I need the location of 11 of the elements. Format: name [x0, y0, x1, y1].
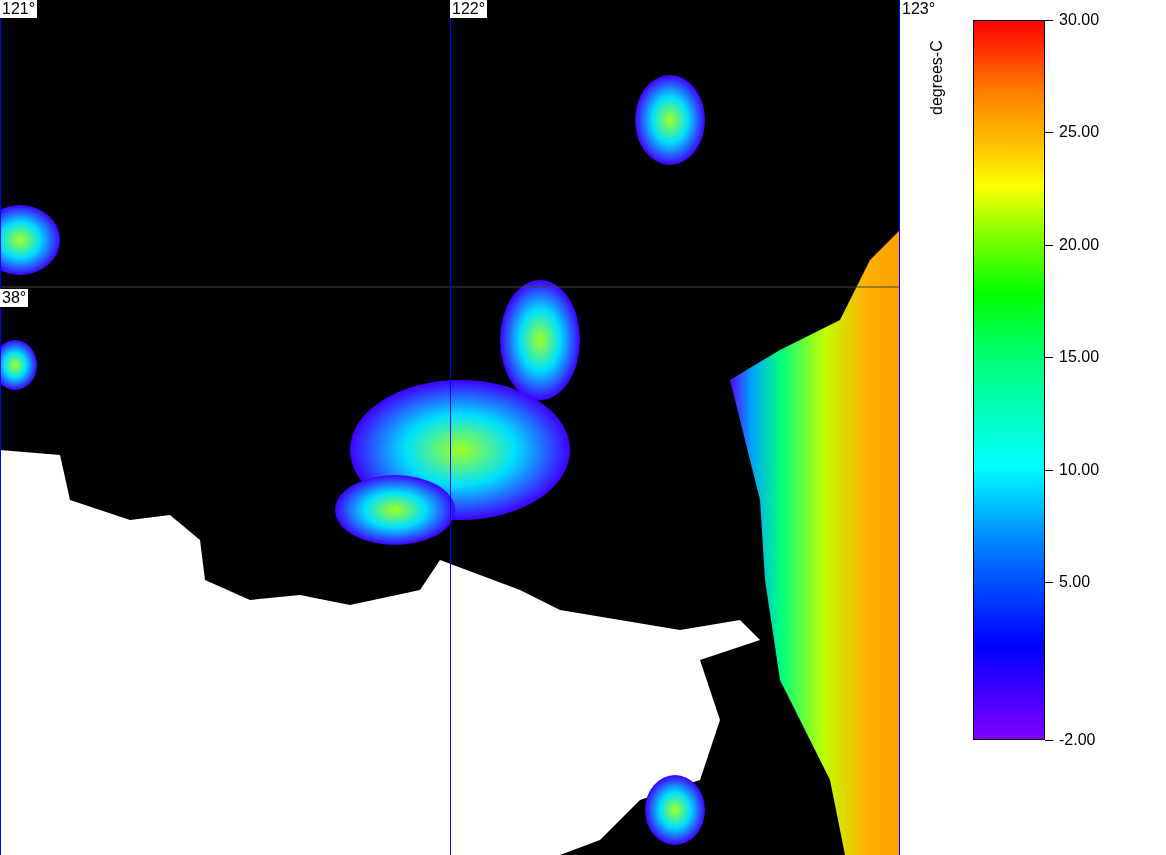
longitude-label: 121° — [0, 0, 38, 18]
colorbar-tick-label: 20.00 — [1045, 235, 1100, 254]
colorbar-tick-label: 30.00 — [1045, 11, 1100, 29]
colorbar-unit-label: degrees-C — [928, 40, 946, 115]
colorbar-tick-label: 25.00 — [1045, 123, 1100, 142]
colorbar-tick-label: 5.00 — [1045, 573, 1091, 591]
latitude-label: 38° — [0, 289, 29, 307]
longitude-label: 122° — [450, 0, 488, 18]
colorbar-tick-label: -2.00 — [1045, 731, 1096, 749]
colorbar-tick-label: 10.00 — [1045, 460, 1100, 479]
colorbar-tick-label: 15.00 — [1045, 348, 1100, 367]
